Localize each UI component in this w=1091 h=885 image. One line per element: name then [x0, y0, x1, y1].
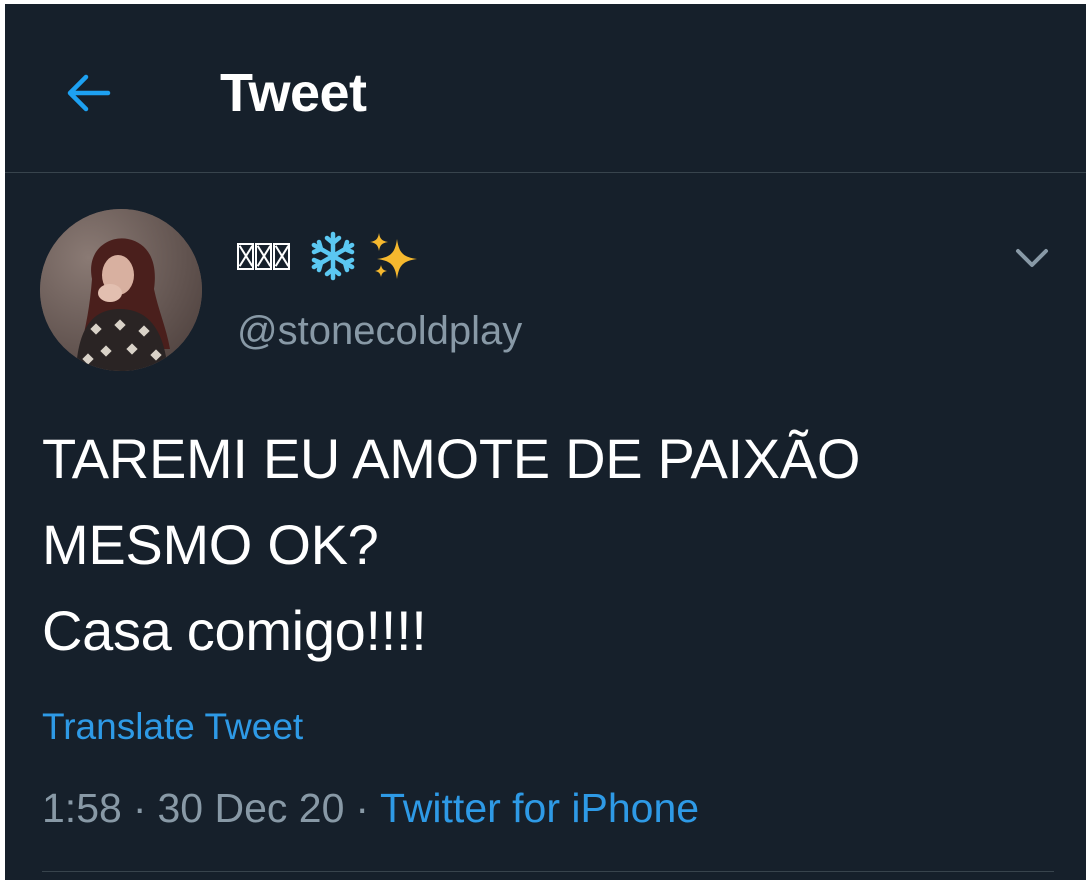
user-handle[interactable]: @stonecoldplay — [237, 304, 522, 358]
tweet-source-link[interactable]: Twitter for iPhone — [380, 785, 699, 831]
tweet-screen: Tweet @stonecoldplay TAREMI EU AMOTE DE … — [5, 4, 1086, 880]
tweet-text-line: MESMO OK? — [42, 513, 379, 576]
tweet-text-line: TAREMI EU AMOTE DE PAIXÃO — [42, 427, 861, 490]
tweet-text-line: Casa comigo!!!! — [42, 599, 427, 662]
tweet-time[interactable]: 1:58 — [42, 785, 122, 831]
tweet-date[interactable]: 30 Dec 20 — [157, 785, 344, 831]
separator: · — [132, 785, 147, 831]
translate-tweet-link[interactable]: Translate Tweet — [42, 702, 303, 752]
chevron-down-icon — [1016, 249, 1048, 267]
missing-glyph-box — [273, 242, 290, 270]
separator: · — [355, 785, 370, 831]
top-bar: Tweet — [5, 4, 1086, 173]
missing-glyph-box — [237, 242, 254, 270]
display-name-glyphs — [237, 242, 291, 270]
display-name[interactable] — [237, 228, 421, 284]
arrow-left-icon — [67, 74, 111, 112]
sparkles-icon — [370, 233, 417, 279]
tweet-metadata: 1:58 · 30 Dec 20 · Twitter for iPhone — [42, 780, 699, 836]
missing-glyph-box — [255, 242, 272, 270]
page-title: Tweet — [220, 63, 367, 123]
divider — [42, 871, 1054, 872]
more-options-button[interactable] — [1010, 236, 1054, 280]
snowflake-icon — [311, 231, 355, 281]
tweet-body: TAREMI EU AMOTE DE PAIXÃO MESMO OK? Casa… — [42, 416, 1052, 674]
avatar-photo — [40, 209, 202, 371]
back-button[interactable] — [57, 62, 119, 124]
avatar[interactable] — [40, 209, 202, 371]
